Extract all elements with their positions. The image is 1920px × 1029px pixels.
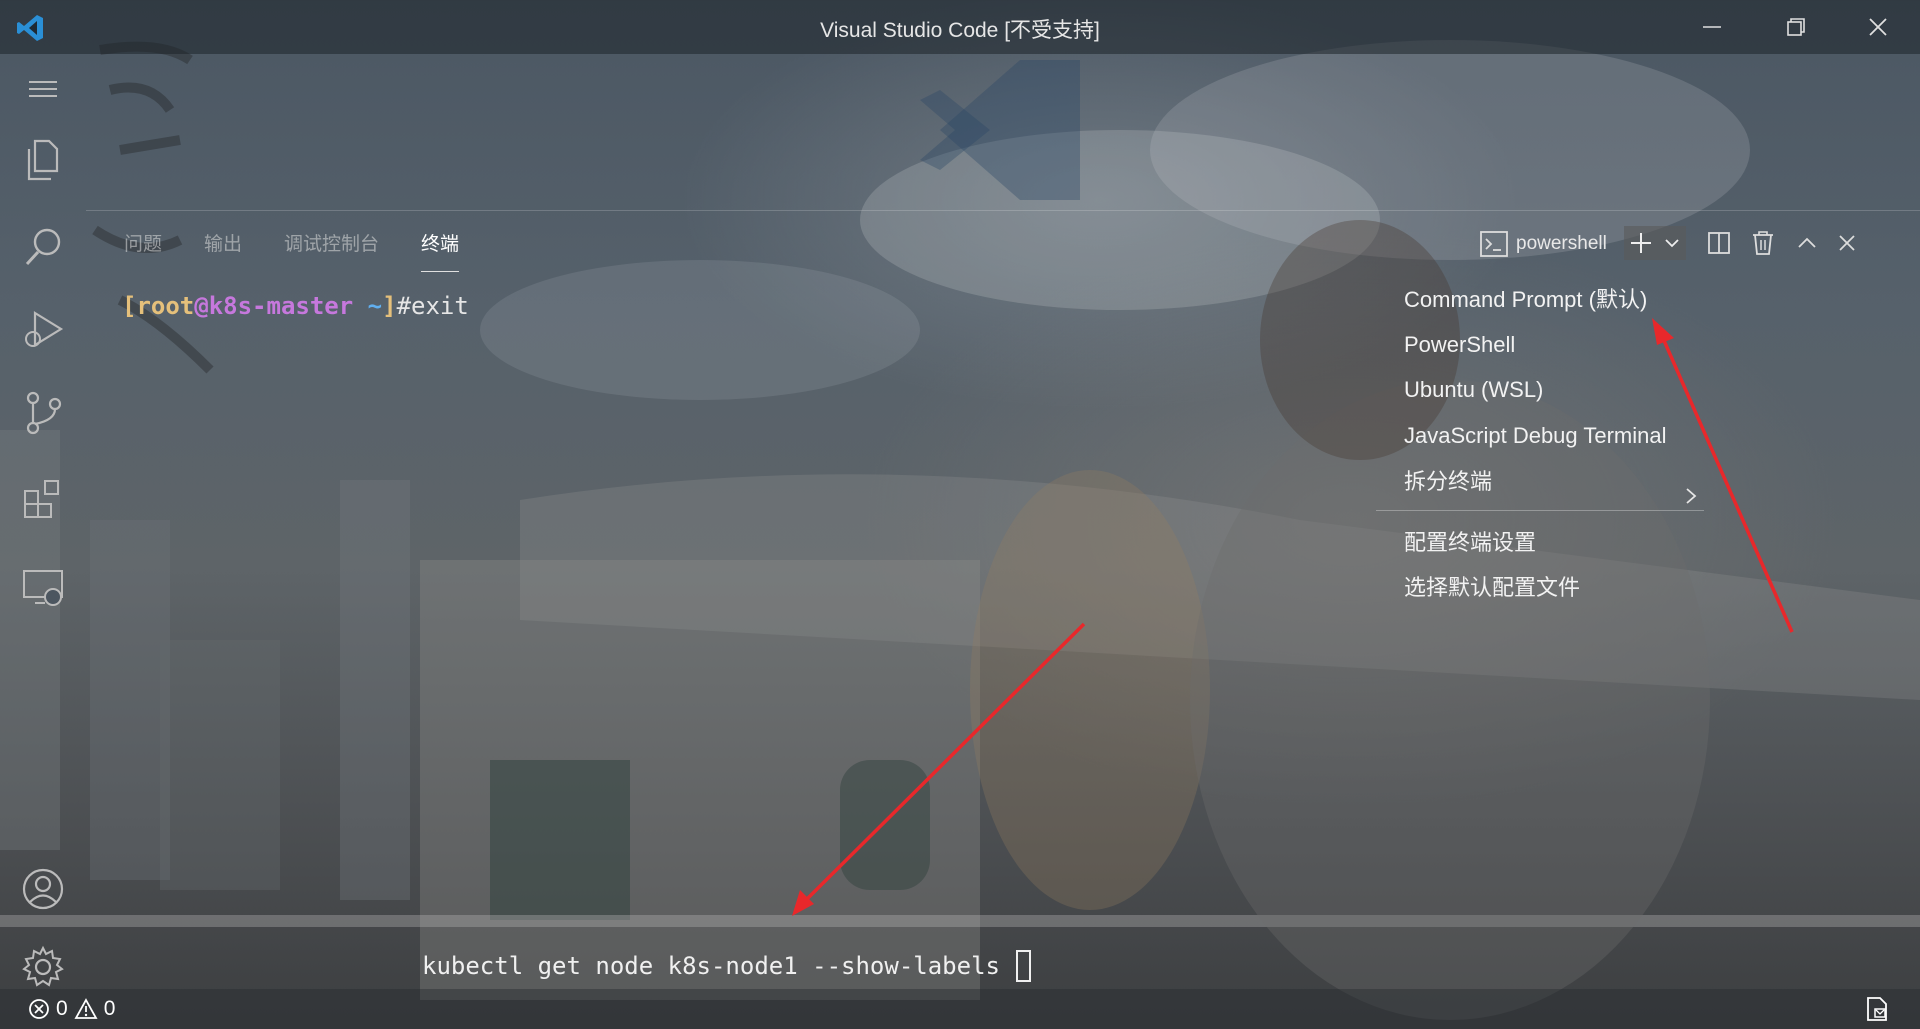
account-button[interactable]	[18, 864, 68, 914]
settings-gear-icon	[22, 945, 64, 987]
prompt-close-bracket: ]	[382, 292, 397, 320]
search-button[interactable]	[18, 222, 68, 272]
terminal-output[interactable]: [root@k8s-master ~]#exit	[122, 292, 469, 320]
new-terminal-button[interactable]	[1624, 226, 1658, 260]
feedback-button[interactable]	[1864, 989, 1890, 1029]
menu-item-powershell[interactable]: PowerShell	[1404, 325, 1515, 365]
prompt-open-bracket: [	[122, 292, 137, 320]
error-count: 0	[56, 997, 68, 1020]
terminal-icon	[1480, 231, 1508, 257]
split-terminal-button[interactable]	[1702, 226, 1736, 260]
terminal-name: powershell	[1516, 233, 1607, 254]
prompt-symbol: #	[396, 292, 412, 320]
tab-debug-console[interactable]: 调试控制台	[284, 230, 399, 270]
source-control-icon	[26, 391, 62, 435]
remote-explorer-icon	[23, 570, 63, 606]
pending-command: kubectl get node k8s-node1 --show-labels	[422, 952, 1000, 980]
menu-item-split-terminal[interactable]: 拆分终端	[1404, 462, 1492, 502]
launch-profile-menu: Command Prompt (默认) PowerShell Ubuntu (W…	[1376, 276, 1706, 606]
close-panel-button[interactable]	[1830, 226, 1864, 260]
account-icon	[22, 868, 64, 910]
terminal-selector[interactable]: powershell	[1480, 228, 1607, 260]
chevron-down-icon	[1665, 239, 1679, 248]
chevron-up-icon	[1798, 237, 1816, 248]
menu-separator	[1376, 510, 1704, 511]
hamburger-menu-icon	[29, 81, 57, 97]
menu-item-ubuntu-wsl[interactable]: Ubuntu (WSL)	[1404, 370, 1543, 410]
extensions-icon	[24, 480, 59, 518]
launch-profile-button[interactable]	[1658, 226, 1686, 260]
prompt-cwd: ~	[353, 292, 383, 320]
annotation-arrow-to-command	[792, 622, 1086, 916]
prompt-command: exit	[411, 292, 469, 320]
panel-top-border	[86, 210, 1920, 211]
source-control-button[interactable]	[18, 388, 68, 438]
close-window-button[interactable]	[1858, 8, 1898, 46]
error-icon	[29, 999, 49, 1019]
menu-item-command-prompt[interactable]: Command Prompt (默认)	[1404, 280, 1647, 320]
remote-explorer-button[interactable]	[18, 562, 68, 612]
problems-status[interactable]: 0 0	[28, 989, 115, 1029]
maximize-panel-button[interactable]	[1790, 226, 1824, 260]
explorer-button[interactable]	[18, 134, 68, 184]
panel-tab-bar: 问题 输出 调试控制台 终端	[124, 230, 460, 272]
tab-output[interactable]: 输出	[204, 230, 262, 270]
run-debug-button[interactable]	[18, 304, 68, 354]
extensions-button[interactable]	[18, 474, 68, 524]
close-icon	[1839, 235, 1855, 251]
run-debug-icon	[25, 311, 64, 347]
search-icon	[25, 228, 61, 266]
terminal-cursor	[1015, 950, 1031, 982]
prompt-host: k8s-master	[208, 292, 354, 320]
panel-actions: powershell	[1480, 222, 1920, 266]
menu-item-select-default-profile[interactable]: 选择默认配置文件	[1404, 568, 1580, 608]
prompt-at: @	[194, 292, 209, 320]
menu-item-configure-terminal-settings[interactable]: 配置终端设置	[1404, 523, 1536, 563]
restore-icon	[1787, 18, 1805, 36]
close-icon	[1869, 18, 1887, 36]
warning-icon	[74, 998, 98, 1019]
terminal-input-line[interactable]: kubectl get node k8s-node1 --show-labels	[422, 950, 1031, 982]
menu-item-js-debug-terminal[interactable]: JavaScript Debug Terminal	[1404, 416, 1667, 456]
prompt-user: root	[136, 292, 195, 320]
title-bar: Visual Studio Code [不受支持]	[0, 0, 1920, 54]
explorer-files-icon	[27, 139, 59, 181]
tab-terminal[interactable]: 终端	[421, 230, 460, 272]
manage-settings-button[interactable]	[18, 942, 68, 992]
activity-bar	[0, 54, 86, 989]
feedback-icon	[1867, 997, 1887, 1021]
minimize-button[interactable]	[1692, 8, 1732, 46]
tab-problems[interactable]: 问题	[124, 230, 182, 270]
minimize-icon	[1703, 26, 1721, 28]
window-title: Visual Studio Code [不受支持]	[820, 19, 1100, 42]
kill-terminal-button[interactable]	[1746, 226, 1780, 260]
split-icon	[1708, 232, 1730, 254]
status-bar: 0 0	[0, 989, 1920, 1029]
plus-icon	[1631, 233, 1651, 253]
trash-icon	[1753, 231, 1773, 255]
menu-button[interactable]	[18, 64, 68, 114]
restore-button[interactable]	[1776, 8, 1816, 46]
warning-count: 0	[103, 997, 116, 1020]
